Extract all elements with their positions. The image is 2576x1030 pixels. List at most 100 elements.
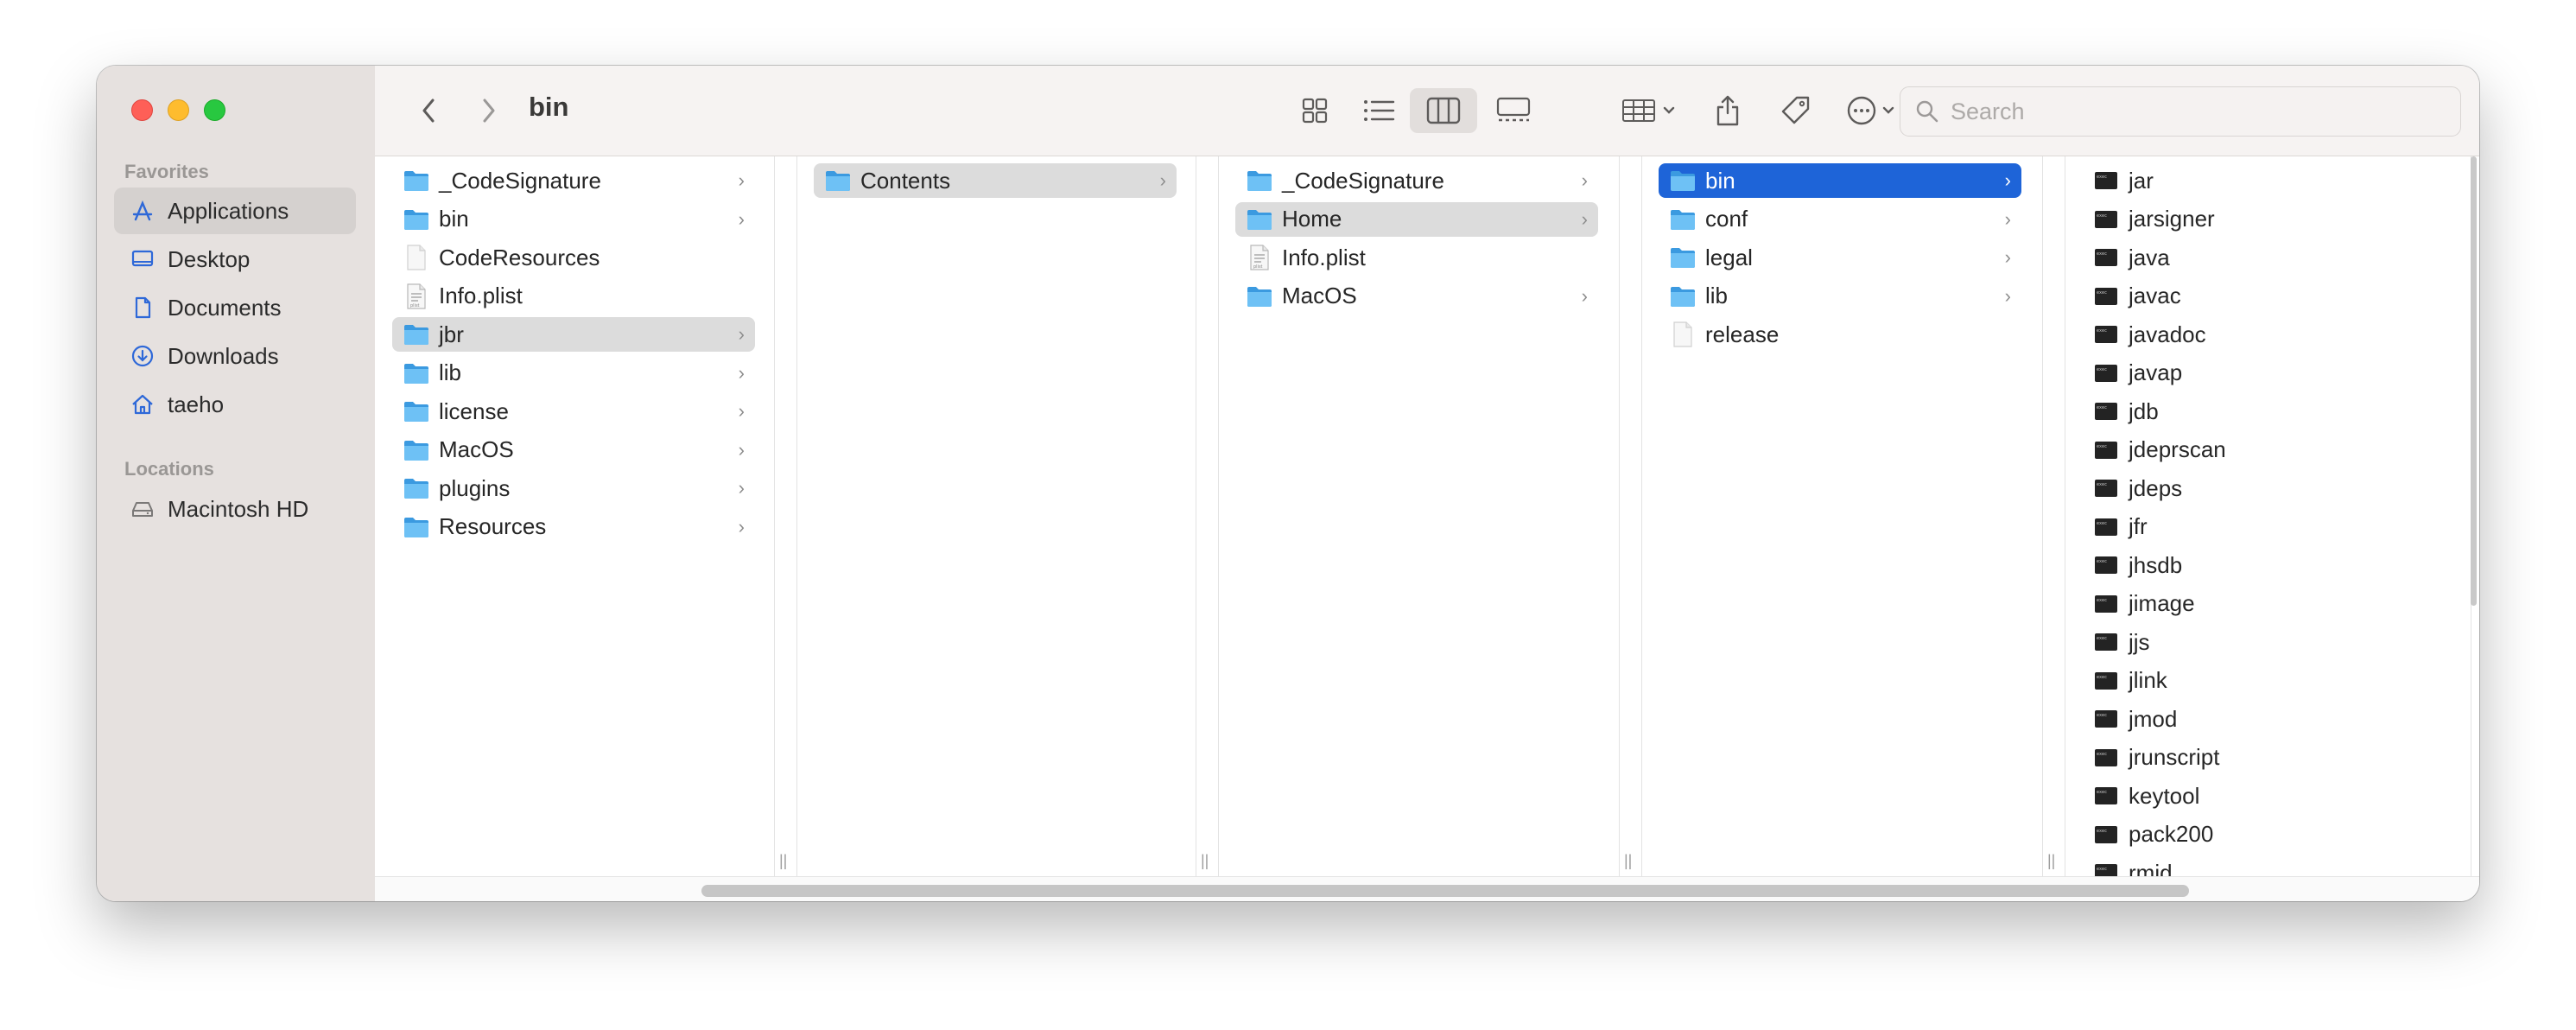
executable-icon: exec <box>2092 746 2120 770</box>
list-view-button[interactable] <box>1351 90 1406 131</box>
list-item[interactable]: exec jrunscript <box>2082 741 2445 775</box>
list-item[interactable]: conf › <box>1659 202 2021 237</box>
executable-icon: exec <box>2092 707 2120 731</box>
column-divider[interactable]: || <box>774 156 797 877</box>
list-item[interactable]: plist Info.plist <box>392 279 755 314</box>
sidebar-item-downloads[interactable]: Downloads <box>114 333 356 379</box>
svg-text:exec: exec <box>2097 367 2107 372</box>
chevron-right-icon: › <box>2004 169 2011 191</box>
chevron-right-icon: › <box>2004 284 2011 307</box>
minimize-button[interactable] <box>168 99 189 121</box>
list-item[interactable]: CodeResources <box>392 240 755 275</box>
list-item[interactable]: exec rmid <box>2082 855 2445 877</box>
list-item[interactable]: _CodeSignature › <box>1235 163 1598 198</box>
back-icon <box>422 99 435 123</box>
forward-button[interactable] <box>470 92 508 130</box>
list-item[interactable]: exec jlink <box>2082 664 2445 698</box>
list-item[interactable]: exec pack200 <box>2082 817 2445 852</box>
svg-text:exec: exec <box>2097 175 2107 180</box>
vertical-scrollbar[interactable] <box>2471 156 2477 606</box>
sidebar-item-label: taeho <box>168 391 225 417</box>
favorites-heading: Favorites <box>124 161 209 182</box>
list-item[interactable]: exec javap <box>2082 356 2445 391</box>
horizontal-scrollbar[interactable] <box>701 885 2189 897</box>
list-item[interactable]: exec jimage <box>2082 587 2445 621</box>
list-item[interactable]: lib › <box>1659 279 2021 314</box>
item-name: _CodeSignature <box>1282 167 1444 194</box>
folder-icon <box>824 168 852 193</box>
sidebar-item-label: Desktop <box>168 245 251 272</box>
list-item[interactable]: legal › <box>1659 240 2021 275</box>
list-item[interactable]: _CodeSignature › <box>392 163 755 198</box>
list-item[interactable]: bin › <box>1659 163 2021 198</box>
list-item[interactable]: plist Info.plist <box>1235 240 1598 275</box>
list-item[interactable]: exec jdeps <box>2082 471 2445 505</box>
column-divider[interactable]: || <box>1619 156 1642 877</box>
list-item[interactable]: exec jjs <box>2082 625 2445 659</box>
chevron-right-icon: › <box>738 400 745 422</box>
column-divider[interactable]: || <box>2042 156 2065 877</box>
locations-heading: Locations <box>124 458 214 480</box>
file-icon <box>1669 321 1697 347</box>
zoom-button[interactable] <box>204 99 225 121</box>
svg-text:exec: exec <box>2097 290 2107 296</box>
list-item[interactable]: exec jdeprscan <box>2082 433 2445 467</box>
list-item[interactable]: lib › <box>392 356 755 391</box>
list-item[interactable]: exec keytool <box>2082 779 2445 813</box>
list-item[interactable]: release <box>1659 317 2021 352</box>
sidebar-item-macintosh-hd[interactable]: Macintosh HD <box>114 486 356 532</box>
sidebar-item-taeho[interactable]: taeho <box>114 381 356 428</box>
list-item[interactable]: exec jhsdb <box>2082 548 2445 582</box>
chevron-right-icon: › <box>1159 169 1166 191</box>
list-item[interactable]: exec jar <box>2082 163 2445 198</box>
chevron-right-icon: › <box>738 361 745 384</box>
svg-text:exec: exec <box>2097 867 2107 872</box>
share-button[interactable] <box>1705 88 1750 133</box>
svg-text:exec: exec <box>2097 328 2107 334</box>
sidebar-item-label: Downloads <box>168 342 279 369</box>
item-name: CodeResources <box>439 244 600 270</box>
icon-view-button[interactable] <box>1287 90 1342 131</box>
list-item[interactable]: plugins › <box>392 471 755 505</box>
list-item[interactable]: exec java <box>2082 240 2445 275</box>
list-item[interactable]: Contents › <box>814 163 1177 198</box>
home-icon <box>128 390 157 419</box>
back-button[interactable] <box>409 92 447 130</box>
list-item[interactable]: jbr › <box>392 317 755 352</box>
more-icon <box>1847 96 1894 125</box>
executable-icon: exec <box>2092 399 2120 423</box>
svg-text:exec: exec <box>2097 598 2107 603</box>
column-view-button[interactable] <box>1410 88 1477 133</box>
group-button[interactable] <box>1614 90 1686 131</box>
list-item[interactable]: exec jarsigner <box>2082 202 2445 237</box>
close-button[interactable] <box>131 99 153 121</box>
list-item[interactable]: exec jmod <box>2082 702 2445 736</box>
search-field[interactable]: Search <box>1900 86 2461 137</box>
list-item[interactable]: exec jfr <box>2082 510 2445 544</box>
tag-button[interactable] <box>1773 88 1818 133</box>
list-item[interactable]: exec jdb <box>2082 394 2445 429</box>
list-item[interactable]: MacOS › <box>392 433 755 467</box>
list-item[interactable]: license › <box>392 394 755 429</box>
executable-icon: exec <box>2092 823 2120 847</box>
sidebar-item-documents[interactable]: Documents <box>114 284 356 331</box>
sidebar-item-applications[interactable]: Applications <box>114 188 356 234</box>
item-name: jarsigner <box>2129 206 2215 232</box>
item-name: MacOS <box>439 436 514 462</box>
item-name: rmid <box>2129 859 2173 878</box>
list-item[interactable]: Resources › <box>392 510 755 544</box>
column-divider[interactable]: || <box>1196 156 1219 877</box>
svg-text:exec: exec <box>2097 482 2107 487</box>
executable-icon: exec <box>2092 592 2120 616</box>
list-item[interactable]: bin › <box>392 202 755 237</box>
list-item[interactable]: MacOS › <box>1235 279 1598 314</box>
sidebar-item-desktop[interactable]: Desktop <box>114 236 356 283</box>
list-item[interactable]: exec javadoc <box>2082 317 2445 352</box>
gallery-view-button[interactable] <box>1486 90 1541 131</box>
item-name: _CodeSignature <box>439 167 601 194</box>
browser-column-3: _CodeSignature › Home › plist Info.plist MacOS… <box>1218 156 1620 877</box>
desktop-icon <box>128 245 157 274</box>
list-item[interactable]: exec javac <box>2082 279 2445 314</box>
list-item[interactable]: Home › <box>1235 201 1598 237</box>
item-name: bin <box>1705 167 1735 194</box>
